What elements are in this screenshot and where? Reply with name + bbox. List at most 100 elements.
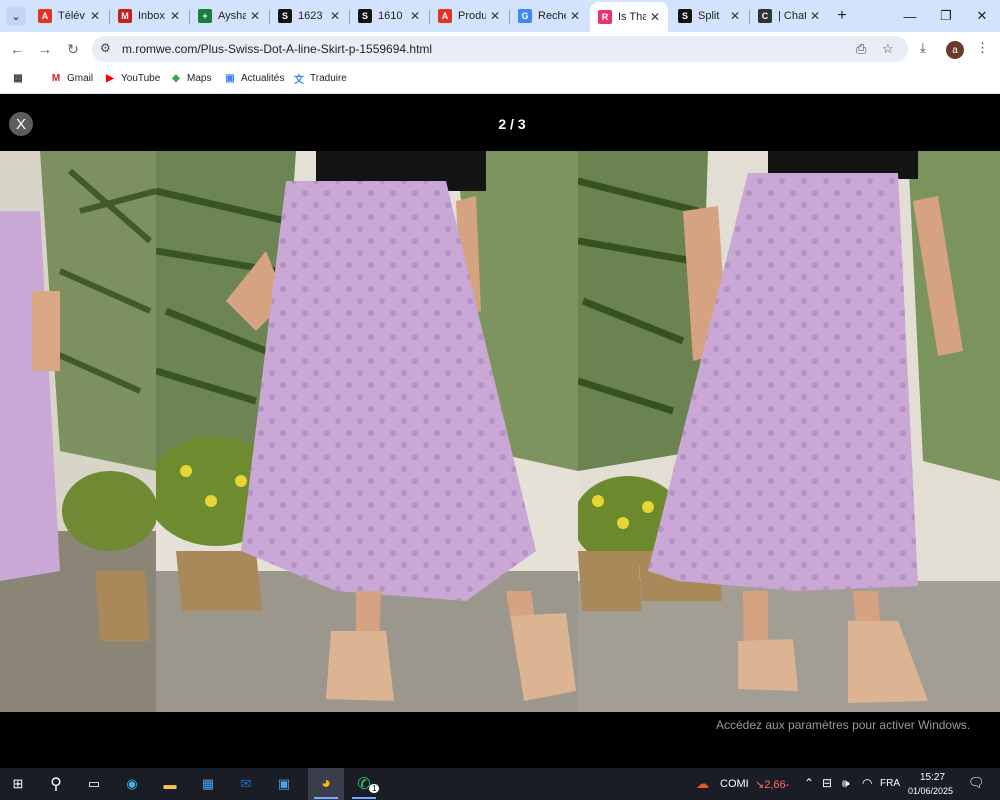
c-icon: C — [758, 9, 772, 23]
tab-close-icon[interactable]: ✕ — [810, 9, 820, 23]
image-gallery[interactable] — [0, 151, 1000, 712]
windows-logo-icon: ⊞ — [12, 776, 24, 791]
tab-title: 1610 — [378, 10, 403, 22]
tab-search-button[interactable]: ⌄ — [6, 6, 26, 26]
product-photo-2 — [156, 151, 578, 712]
chrome-button[interactable]: ◕ — [314, 772, 338, 796]
tab-close-icon[interactable]: ✕ — [250, 9, 260, 23]
tab-close-icon[interactable]: ✕ — [330, 9, 340, 23]
file-explorer-button[interactable]: ▬ — [158, 772, 182, 796]
windows-taskbar: ⊞ ⚲ ▭ ◉ ▬ ▦ ✉ ▣ ◕ ✆ 1 ☁ COMI ↘2,66- ⌃ ⊟ … — [0, 768, 1000, 800]
reload-button[interactable]: ↻ — [62, 38, 84, 60]
image-viewer: X 2 / 3 Accédez aux paramètres pour acti… — [0, 94, 1000, 768]
tab-title: Reche — [538, 10, 566, 22]
reload-icon: ↻ — [67, 40, 79, 57]
plus-icon: + — [837, 7, 847, 24]
edge-icon: ◉ — [126, 776, 138, 791]
youtube-icon: ▶ — [106, 72, 114, 84]
viewer-close-button[interactable]: X — [9, 112, 33, 136]
whatsapp-running-indicator — [352, 797, 376, 799]
site-settings-icon[interactable]: ⚙ — [100, 41, 111, 55]
product-image-3[interactable] — [578, 151, 1000, 712]
close-window-button[interactable]: ✕ — [964, 4, 1000, 28]
menu-kebab-icon[interactable]: ⋮ — [976, 40, 989, 56]
clock-date[interactable]: 01/06/2025 — [908, 786, 953, 796]
apps-button[interactable]: ▦ — [12, 72, 29, 84]
maps-icon: ◆ — [172, 72, 180, 84]
window-app-icon: ▣ — [277, 776, 291, 791]
tab-close-icon[interactable]: ✕ — [490, 9, 500, 23]
volume-icon[interactable]: 🕪 — [842, 776, 850, 791]
address-bar[interactable]: ⚙ m.romwe.com/Plus-Swiss-Dot-A-line-Skir… — [92, 36, 908, 62]
tab-close-icon[interactable]: ✕ — [570, 9, 580, 23]
tray-expand-icon[interactable]: ⌃ — [804, 776, 814, 790]
network-icon[interactable]: ⊟ — [822, 776, 832, 790]
store-button[interactable]: ▦ — [196, 772, 220, 796]
tab-close-icon[interactable]: ✕ — [170, 9, 180, 23]
bookmark-label: Actualités — [241, 72, 285, 84]
weather-label[interactable]: COMI — [720, 778, 749, 790]
browser-tab[interactable]: S 1610 ✕ — [350, 4, 428, 28]
stock-change[interactable]: ↘2,66- — [755, 778, 789, 791]
browser-tab[interactable]: R Is Tha ✕ — [590, 2, 668, 32]
chrome-running-indicator — [314, 797, 338, 799]
back-button[interactable]: ← — [6, 38, 28, 60]
download-icon[interactable]: ⤓ — [920, 40, 926, 56]
browser-tab[interactable]: A Produ ✕ — [430, 4, 508, 28]
product-photo-1 — [0, 151, 156, 712]
install-app-icon[interactable]: ⎙ — [856, 41, 866, 57]
chrome-icon: ◕ — [321, 775, 331, 792]
app-button[interactable]: ▣ — [272, 772, 296, 796]
windows-activation-notice: Accédez aux paramètres pour activer Wind… — [716, 718, 971, 732]
clock-time[interactable]: 15:27 — [920, 772, 945, 783]
url-text[interactable]: m.romwe.com/Plus-Swiss-Dot-A-line-Skirt-… — [122, 42, 432, 56]
bookmark-label: Maps — [187, 72, 212, 84]
product-image-1[interactable] — [0, 151, 156, 712]
new-tab-button[interactable]: + — [832, 6, 852, 26]
browser-tab[interactable]: S 1623 ✕ — [270, 4, 348, 28]
search-button[interactable]: ⚲ — [44, 772, 68, 796]
tab-title: Produ — [458, 10, 486, 22]
forward-button[interactable]: → — [34, 38, 56, 60]
restore-icon: ❐ — [940, 8, 952, 23]
start-button[interactable]: ⊞ — [6, 772, 30, 796]
folder-icon: ▬ — [163, 776, 177, 792]
task-view-icon: ▭ — [87, 776, 101, 791]
browser-tab[interactable]: G Reche ✕ — [510, 4, 588, 28]
tab-title: Is Tha — [618, 11, 646, 23]
translate-icon: 文 — [294, 74, 304, 86]
outlook-button[interactable]: ✉ — [234, 772, 258, 796]
bookmark-youtube[interactable]: ▶ YouTube — [104, 72, 160, 84]
browser-tab[interactable]: A Télév ✕ — [30, 4, 108, 28]
language-indicator[interactable]: FRA — [880, 778, 900, 789]
bookmark-gmail[interactable]: M Gmail — [50, 72, 93, 84]
tab-title: Split — [698, 10, 720, 22]
bookmark-traduire[interactable]: 文 Traduire — [293, 72, 347, 86]
google-icon: G — [518, 9, 532, 23]
tab-close-icon[interactable]: ✕ — [730, 9, 740, 23]
outlook-icon: ✉ — [240, 776, 252, 791]
tab-close-icon[interactable]: ✕ — [90, 9, 100, 23]
browser-tab[interactable]: S Split ✕ — [670, 4, 748, 28]
browser-tab[interactable]: M Inbox ✕ — [110, 4, 188, 28]
task-view-button[interactable]: ▭ — [82, 772, 106, 796]
search-icon: ⚲ — [50, 776, 62, 793]
edge-button[interactable]: ◉ — [120, 772, 144, 796]
browser-tab[interactable]: C | Chat ✕ — [750, 4, 828, 28]
gmail-icon: M — [51, 72, 61, 84]
bookmark-maps[interactable]: ◆ Maps — [170, 72, 211, 84]
browser-tab[interactable]: + Aysha ✕ — [190, 4, 268, 28]
bookmark-star-icon[interactable]: ☆ — [882, 41, 894, 57]
weather-icon[interactable]: ☁ — [696, 776, 709, 792]
minimize-button[interactable]: — — [892, 4, 928, 28]
product-image-2[interactable] — [156, 151, 578, 712]
tab-close-icon[interactable]: ✕ — [650, 10, 660, 24]
wifi-icon[interactable]: ◠ — [862, 776, 872, 790]
restore-button[interactable]: ❐ — [928, 4, 964, 28]
profile-avatar[interactable]: a — [946, 41, 964, 59]
bookmark-actualités[interactable]: ▣ Actualités — [224, 72, 284, 84]
notification-icon[interactable]: 🗨 — [968, 775, 985, 791]
romwe-icon: R — [598, 10, 612, 24]
tab-close-icon[interactable]: ✕ — [410, 9, 420, 23]
chevron-down-icon: ⌄ — [11, 10, 21, 23]
